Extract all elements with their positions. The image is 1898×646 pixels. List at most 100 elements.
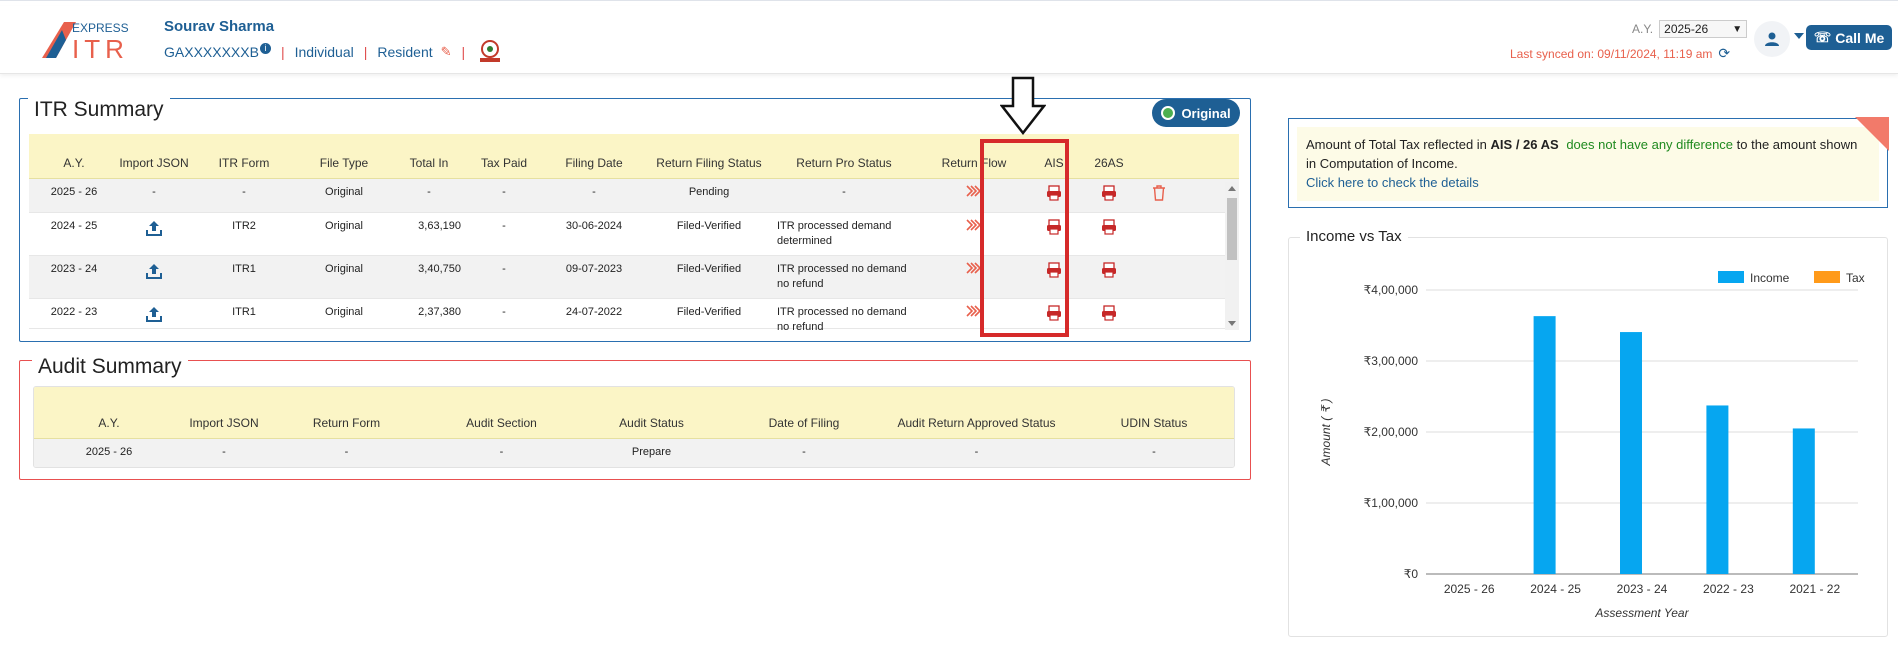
ais-notice-card: Amount of Total Tax reflected in AIS / 2… bbox=[1288, 117, 1889, 208]
app-header: EXPRESS ITR Sourav Sharma GAXXXXXXXB i | … bbox=[0, 6, 1898, 74]
column-header: A.Y. bbox=[63, 156, 85, 170]
last-synced-text: Last synced on: 09/11/2024, 11:19 am bbox=[1510, 46, 1713, 61]
cell-itr-form[interactable]: ITR1 bbox=[189, 299, 299, 320]
down-arrow-annotation-icon bbox=[1000, 76, 1046, 136]
cell-itr-form[interactable]: ITR2 bbox=[189, 213, 299, 234]
column-header: Import JSON bbox=[119, 156, 189, 170]
cell-import bbox=[119, 213, 189, 242]
26as-pdf-icon[interactable] bbox=[1101, 262, 1117, 283]
notice-text: Amount of Total Tax reflected in bbox=[1306, 137, 1487, 152]
bar-income bbox=[1706, 405, 1729, 574]
audit-cell-ay: 2025 - 26 bbox=[85, 446, 133, 458]
upload-icon[interactable] bbox=[145, 307, 163, 326]
x-tick-label: 2022 - 23 bbox=[1703, 582, 1754, 596]
cell-filing-status: Filed-Verified bbox=[676, 306, 742, 318]
legend-swatch-tax bbox=[1814, 271, 1840, 283]
cell-filing-status[interactable]: Pending bbox=[649, 179, 769, 200]
ay-value: 2025-26 bbox=[1664, 22, 1709, 36]
cell-import: - bbox=[152, 186, 156, 198]
column-header-spacer bbox=[1139, 173, 1179, 178]
itr-summary-title: ITR Summary bbox=[28, 98, 170, 122]
x-tick-label: 2024 - 25 bbox=[1530, 582, 1581, 596]
cell-tax-paid: - bbox=[502, 263, 506, 275]
column-header: 26AS bbox=[1094, 156, 1124, 170]
cell-itr-form: - bbox=[242, 186, 246, 198]
column-header: Date of Filing bbox=[768, 416, 840, 430]
ay-dropdown[interactable]: 2025-26 ▼ bbox=[1659, 20, 1748, 38]
legend-swatch-income bbox=[1718, 271, 1744, 283]
column-header: Return Form bbox=[312, 416, 381, 430]
column-header: Return Pro Status bbox=[796, 156, 892, 170]
column-header: Return Filing Status bbox=[656, 156, 762, 170]
user-menu-caret-icon[interactable] bbox=[1794, 33, 1804, 39]
user-avatar[interactable] bbox=[1754, 21, 1790, 57]
y-tick-label: ₹4,00,000 bbox=[1364, 283, 1419, 297]
26as-pdf-icon[interactable] bbox=[1101, 185, 1117, 206]
info-icon[interactable]: i bbox=[259, 43, 271, 54]
divider: | bbox=[363, 44, 368, 60]
cell-tax-paid: - bbox=[502, 220, 506, 232]
original-badge[interactable]: Original bbox=[1152, 99, 1240, 127]
upload-icon[interactable] bbox=[145, 221, 163, 240]
table-row: 2025 - 26 - - - Prepare - - - bbox=[34, 439, 1234, 467]
check-details-link[interactable]: Click here to check the details bbox=[1306, 175, 1479, 190]
cell-26as bbox=[1079, 256, 1139, 283]
26as-pdf-icon[interactable] bbox=[1101, 305, 1117, 326]
y-axis-label: Amount ( ₹ ) bbox=[1319, 399, 1333, 467]
scroll-down-arrow-icon[interactable] bbox=[1228, 321, 1236, 326]
cell-filing-date: 24-07-2022 bbox=[565, 306, 623, 318]
cell-delete bbox=[1139, 256, 1179, 262]
scroll-up-arrow-icon[interactable] bbox=[1228, 186, 1236, 191]
audit-cell-approved: - bbox=[974, 446, 979, 458]
audit-cell-form: - bbox=[344, 446, 349, 458]
income-vs-tax-chart: ₹0 ₹1,00,000 ₹2,00,000 ₹3,00,000 ₹4,00,000 20… bbox=[1319, 271, 1865, 620]
cell-pro-status: ITR processed no demand no refund bbox=[777, 263, 907, 290]
column-header: Audit Status bbox=[619, 416, 684, 430]
y-tick-label: ₹3,00,000 bbox=[1364, 354, 1419, 368]
sync-status: Last synced on: 09/11/2024, 11:19 am ⟳ bbox=[1510, 45, 1730, 62]
column-header: ITR Form bbox=[218, 156, 270, 170]
return-flow-highlight-box bbox=[980, 139, 1069, 337]
cell-ay: 2024 - 25 bbox=[50, 220, 98, 232]
logo-main-text: ITR bbox=[72, 34, 129, 64]
cell-delete bbox=[1139, 213, 1179, 219]
express-itr-logo[interactable]: EXPRESS ITR bbox=[42, 18, 142, 64]
divider: | bbox=[280, 44, 285, 60]
status-individual: Individual bbox=[294, 44, 354, 60]
cell-ay: 2023 - 24 bbox=[50, 263, 98, 275]
pan-number: GAXXXXXXXB i bbox=[164, 43, 271, 60]
call-me-button[interactable]: ☏ Call Me bbox=[1806, 25, 1892, 50]
x-tick-label: 2021 - 22 bbox=[1789, 582, 1840, 596]
cell-import bbox=[119, 299, 189, 328]
notice-green-text: does not have any difference bbox=[1566, 137, 1734, 152]
cell-tax-paid: - bbox=[502, 306, 506, 318]
cell-delete bbox=[1139, 299, 1179, 305]
column-header: Audit Return Approved Status bbox=[897, 416, 1056, 430]
audit-cell-status[interactable]: Prepare bbox=[574, 439, 729, 460]
refresh-icon[interactable]: ⟳ bbox=[1718, 45, 1730, 62]
toggle-dot-icon bbox=[1161, 106, 1176, 120]
cell-file-type: Original bbox=[325, 186, 363, 198]
user-icon bbox=[1765, 32, 1779, 46]
cell-file-type: Original bbox=[325, 263, 363, 275]
bar-income bbox=[1620, 332, 1642, 574]
legend-label: Income bbox=[1750, 271, 1790, 285]
audit-summary-table: A.Y. Import JSON Return Form Audit Section A… bbox=[33, 386, 1235, 468]
audit-summary-title: Audit Summary bbox=[32, 355, 188, 379]
x-tick-label: 2025 - 26 bbox=[1444, 582, 1495, 596]
cell-ay: 2022 - 23 bbox=[50, 306, 98, 318]
original-badge-label: Original bbox=[1181, 105, 1231, 121]
upload-icon[interactable] bbox=[145, 264, 163, 283]
ay-label: A.Y. bbox=[1632, 22, 1654, 36]
audit-table-header: A.Y. Import JSON Return Form Audit Section A… bbox=[34, 387, 1234, 439]
delete-trash-icon[interactable] bbox=[1152, 185, 1166, 204]
bar-income bbox=[1533, 316, 1556, 574]
phone-icon: ☏ bbox=[1813, 29, 1832, 45]
table-scrollbar[interactable] bbox=[1225, 182, 1239, 330]
column-header: Total In bbox=[409, 156, 449, 170]
edit-pencil-icon[interactable]: ✎ bbox=[441, 44, 452, 60]
scroll-thumb[interactable] bbox=[1227, 198, 1237, 260]
cell-itr-form[interactable]: ITR1 bbox=[189, 256, 299, 277]
26as-pdf-icon[interactable] bbox=[1101, 219, 1117, 240]
column-header: File Type bbox=[319, 156, 369, 170]
